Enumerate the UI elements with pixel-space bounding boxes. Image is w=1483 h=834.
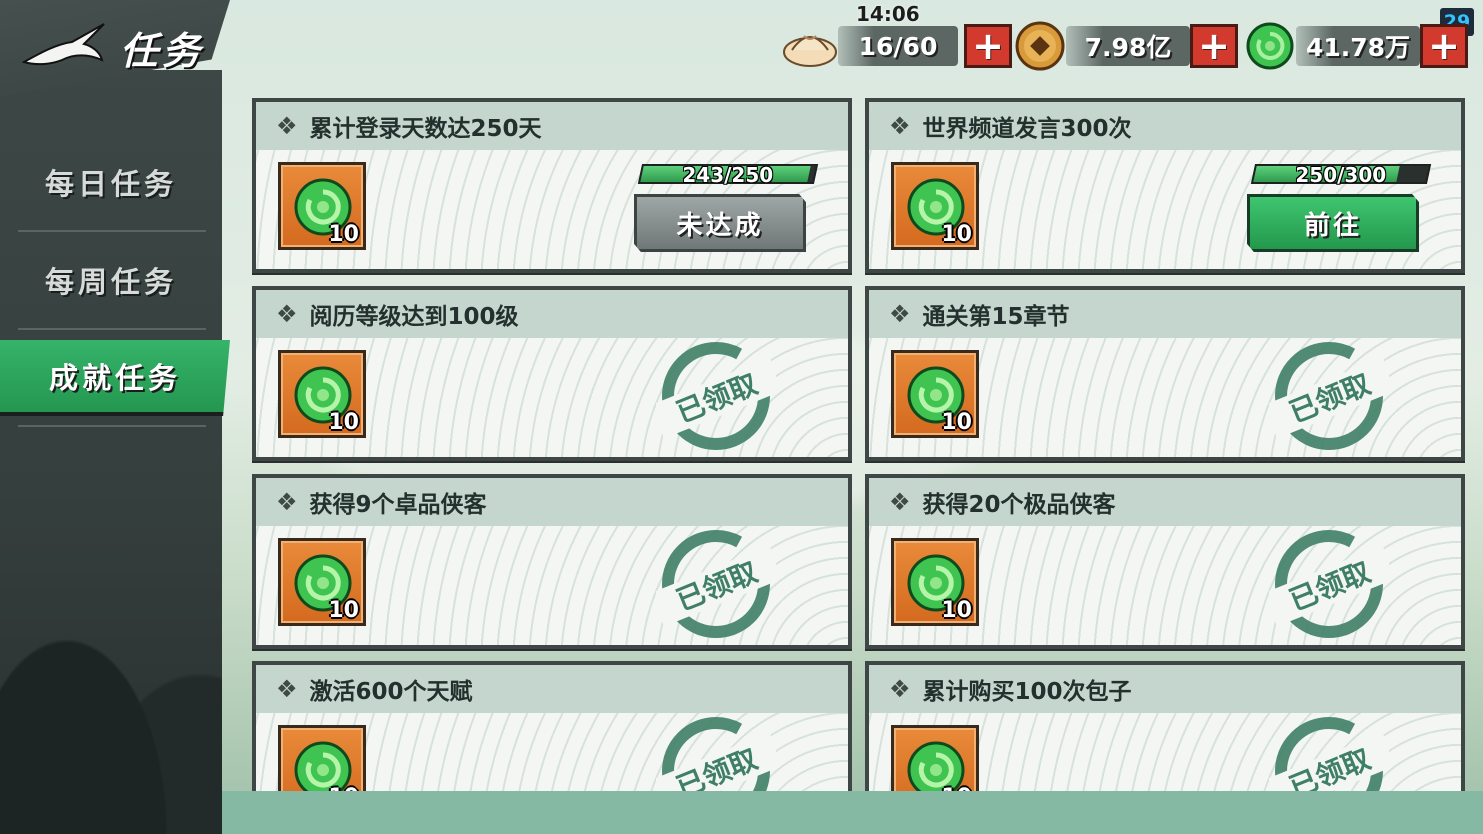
currency-coins: 7.98亿 + <box>1014 21 1238 71</box>
tab-achievement-label: 成就任务 <box>48 361 181 395</box>
task-progress-bar: 250/300 <box>1250 163 1432 187</box>
jade-icon <box>1246 22 1294 70</box>
jade-value: 41.78万 <box>1296 26 1420 66</box>
task-card: ❖ 获得9个卓品侠客 10 已领取 <box>252 474 852 649</box>
task-progress-bar: 243/250 <box>637 163 819 187</box>
reward-count: 10 <box>328 598 359 623</box>
reward-item[interactable]: 10 <box>891 350 979 438</box>
task-card: ❖ 世界频道发言300次 10 250/300 前往 <box>865 98 1465 273</box>
incomplete-button[interactable]: 未达成 <box>634 194 806 252</box>
reward-item[interactable]: 10 <box>278 538 366 626</box>
claimed-stamp-text: 已领取 <box>1285 555 1375 617</box>
add-coins-button[interactable]: + <box>1190 24 1238 68</box>
task-progress-text: 243/250 <box>682 163 774 187</box>
tab-achievement[interactable]: 成就任务 <box>0 340 230 416</box>
task-body: 10 已领取 <box>256 338 848 457</box>
task-body: 10 250/300 前往 <box>869 150 1461 269</box>
goto-button[interactable]: 前往 <box>1247 194 1419 252</box>
currency-buns: 16/60 + <box>782 24 1012 68</box>
diamond-bullet-icon: ❖ <box>889 675 911 703</box>
clock: 14:06 <box>856 2 920 26</box>
task-title: 通关第15章节 <box>922 304 1070 330</box>
tab-divider <box>18 425 206 427</box>
buns-value: 16/60 <box>838 26 958 66</box>
task-card: ❖ 通关第15章节 10 已领取 <box>865 286 1465 461</box>
tab-daily-label: 每日任务 <box>44 167 177 201</box>
coin-icon <box>1015 21 1065 71</box>
reward-item[interactable]: 10 <box>278 350 366 438</box>
diamond-bullet-icon: ❖ <box>276 112 298 140</box>
task-title: 获得9个卓品侠客 <box>309 492 487 518</box>
task-title: 世界频道发言300次 <box>922 116 1132 142</box>
bun-icon <box>783 35 837 67</box>
tab-divider <box>18 328 206 330</box>
reward-count: 10 <box>941 598 972 623</box>
claimed-stamp: 已领取 <box>1269 342 1389 450</box>
bottom-bar <box>222 791 1483 834</box>
task-body: 10 243/250 未达成 <box>256 150 848 269</box>
tab-divider <box>18 230 206 232</box>
sidebar-mountain-decoration <box>0 534 222 834</box>
swallow-logo-icon <box>22 23 105 66</box>
reward-count: 10 <box>328 410 359 435</box>
task-title: 累计登录天数达250天 <box>309 116 542 142</box>
task-title: 累计购买100次包子 <box>922 679 1132 705</box>
task-header: ❖ 激活600个天赋 <box>256 665 848 713</box>
reward-count: 10 <box>328 222 359 247</box>
diamond-bullet-icon: ❖ <box>276 300 298 328</box>
task-header: ❖ 获得20个极品侠客 <box>869 478 1461 526</box>
diamond-bullet-icon: ❖ <box>276 488 298 516</box>
claimed-stamp: 已领取 <box>656 342 776 450</box>
task-header: ❖ 阅历等级达到100级 <box>256 290 848 338</box>
reward-item[interactable]: 10 <box>891 538 979 626</box>
task-title: 获得20个极品侠客 <box>922 492 1116 518</box>
task-title: 激活600个天赋 <box>309 679 473 705</box>
coins-value: 7.98亿 <box>1066 26 1190 66</box>
task-header: ❖ 获得9个卓品侠客 <box>256 478 848 526</box>
task-card: ❖ 获得20个极品侠客 10 已领取 <box>865 474 1465 649</box>
reward-count: 10 <box>941 222 972 247</box>
reward-count: 10 <box>941 410 972 435</box>
tab-weekly[interactable]: 每周任务 <box>0 234 222 326</box>
currency-jade: 41.78万 + <box>1244 22 1468 70</box>
task-header: ❖ 累计登录天数达250天 <box>256 102 848 150</box>
task-header: ❖ 世界频道发言300次 <box>869 102 1461 150</box>
add-buns-button[interactable]: + <box>964 24 1012 68</box>
claimed-stamp-text: 已领取 <box>1285 367 1375 429</box>
diamond-bullet-icon: ❖ <box>889 488 911 516</box>
diamond-bullet-icon: ❖ <box>276 675 298 703</box>
diamond-bullet-icon: ❖ <box>889 112 911 140</box>
task-card: ❖ 阅历等级达到100级 10 已领取 <box>252 286 852 461</box>
tab-daily[interactable]: 每日任务 <box>0 136 222 228</box>
claimed-stamp-text: 已领取 <box>672 555 762 617</box>
task-body: 10 已领取 <box>869 338 1461 457</box>
tab-weekly-label: 每周任务 <box>44 265 177 299</box>
reward-item[interactable]: 10 <box>891 162 979 250</box>
reward-item[interactable]: 10 <box>278 162 366 250</box>
claimed-stamp-text: 已领取 <box>672 367 762 429</box>
page-title: 任务 <box>120 29 205 73</box>
task-card: ❖ 累计登录天数达250天 10 243/250 未达成 <box>252 98 852 273</box>
claimed-stamp: 已领取 <box>1269 530 1389 638</box>
diamond-bullet-icon: ❖ <box>889 300 911 328</box>
task-progress-text: 250/300 <box>1295 163 1387 187</box>
task-header: ❖ 累计购买100次包子 <box>869 665 1461 713</box>
task-body: 10 已领取 <box>256 526 848 645</box>
task-body: 10 已领取 <box>869 526 1461 645</box>
task-title: 阅历等级达到100级 <box>309 304 519 330</box>
add-jade-button[interactable]: + <box>1420 24 1468 68</box>
task-header: ❖ 通关第15章节 <box>869 290 1461 338</box>
claimed-stamp: 已领取 <box>656 530 776 638</box>
